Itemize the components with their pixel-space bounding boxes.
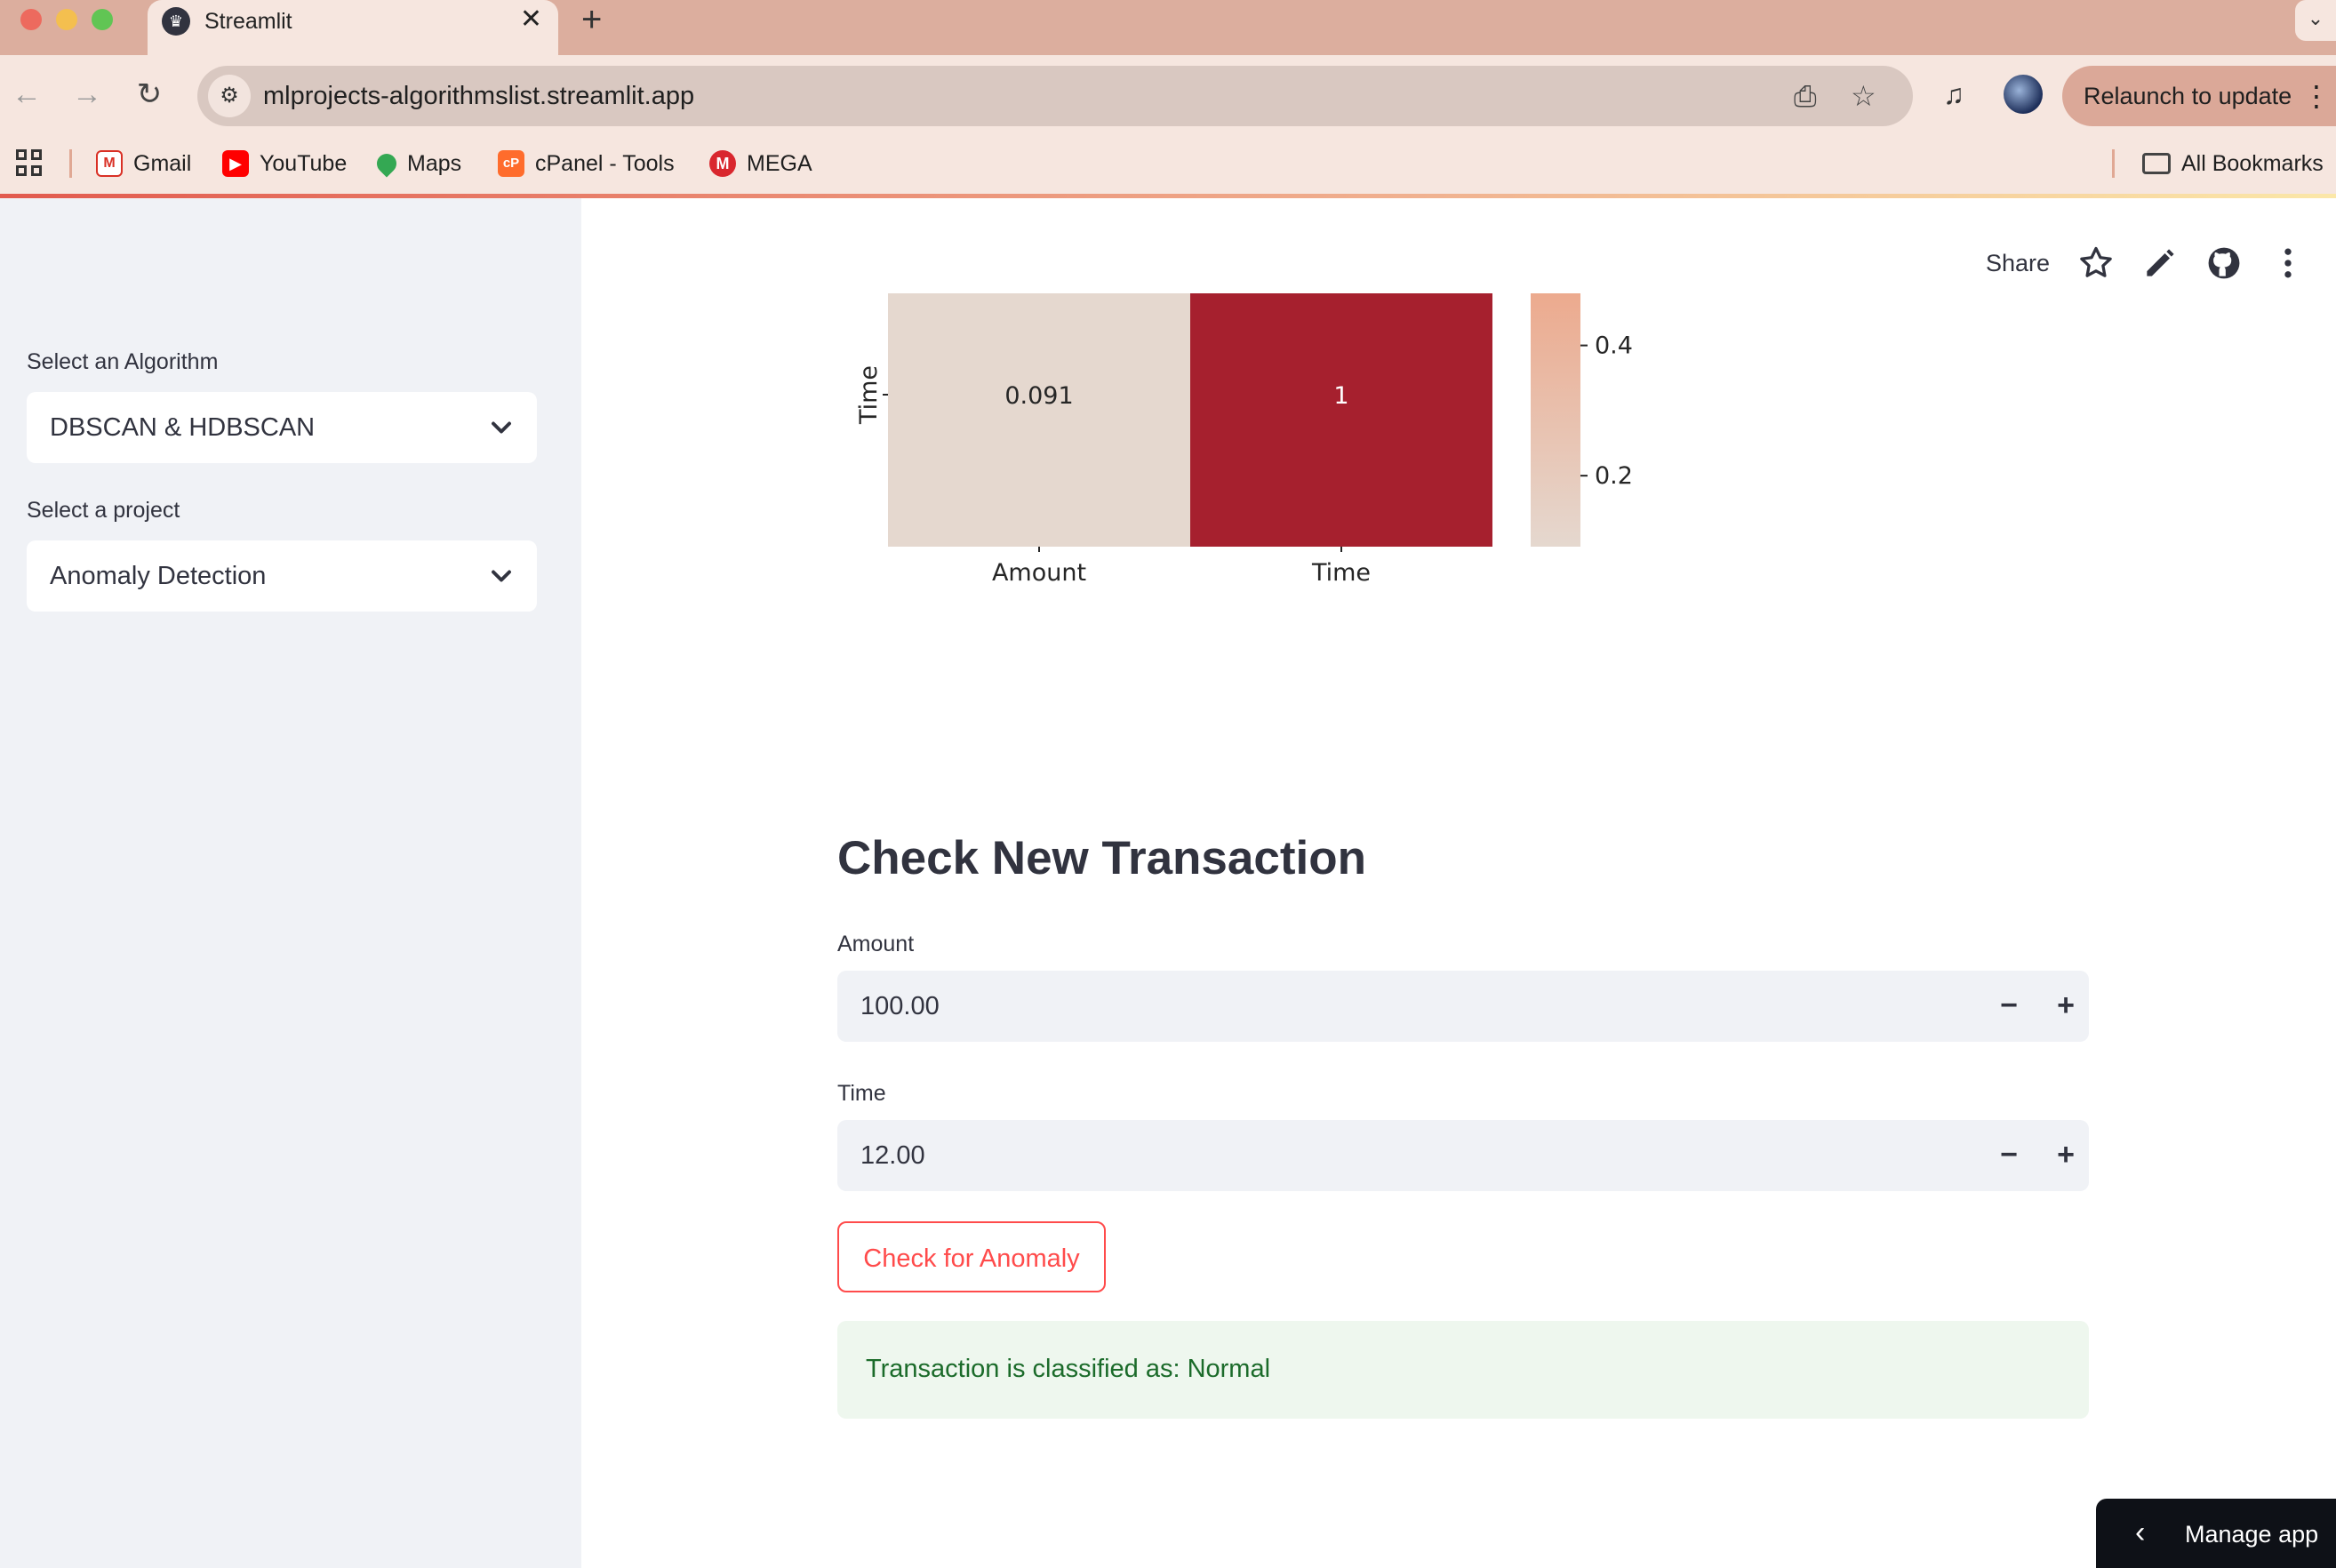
site-settings-icon[interactable]: ⚙ [208,75,251,117]
chevron-down-icon [492,421,511,434]
amount-label: Amount [837,932,915,956]
mega-icon: M [709,150,736,177]
all-bookmarks-label: All Bookmarks [2181,150,2324,176]
bookmark-gmail[interactable]: M Gmail [96,148,191,180]
bookmark-mega[interactable]: M MEGA [709,148,812,180]
cpanel-icon: cP [498,150,524,177]
more-vertical-icon[interactable]: ⋮ [2302,78,2331,114]
chevron-left-icon: ‹ [2135,1516,2146,1549]
bookmarks-divider [2112,149,2115,178]
maps-icon [372,149,401,178]
colorbar-tick-label: 0.2 [1595,462,1633,490]
bookmark-cpanel[interactable]: cP cPanel - Tools [498,148,675,180]
algorithm-select-value: DBSCAN & HDBSCAN [50,413,316,442]
cell-annotation: 0.091 [1004,382,1073,410]
time-value[interactable]: 12.00 [860,1138,925,1173]
algorithm-select[interactable]: DBSCAN & HDBSCAN [27,392,537,463]
relaunch-button[interactable]: Relaunch to update ⋮ [2062,66,2336,126]
url-text[interactable]: mlprojects-algorithmslist.streamlit.app [263,80,694,112]
bookmarks-divider [69,149,72,178]
colorbar [1531,293,1580,547]
folder-icon [2142,153,2171,174]
y-tick-label: Time [855,365,883,425]
tab-search-chevron-icon[interactable]: ⌄ [2295,0,2336,41]
reload-icon[interactable]: ↻ [130,75,169,114]
browser-tab-active[interactable]: ♛ Streamlit ✕ [148,0,558,55]
correlation-heatmap: 0.091 1 Amount Time Time 0.4 0.2 [855,293,1633,587]
amount-number-input[interactable]: 100.00 − + [837,971,2089,1042]
amount-decrement-button[interactable]: − [1986,983,2032,1029]
time-label: Time [837,1081,886,1106]
manage-app-button[interactable]: ‹ Manage app [2096,1499,2336,1568]
edit-pencil-icon[interactable] [2140,244,2180,283]
browser-tab-bar: ♛ Streamlit ✕ + ⌄ [0,0,2336,55]
youtube-icon: ▶ [222,150,249,177]
sidebar: Select an Algorithm DBSCAN & HDBSCAN Sel… [0,198,581,1568]
heatmap-cell [1190,293,1492,547]
project-select-label: Select a project [27,498,180,523]
close-tab-icon[interactable]: ✕ [520,5,542,34]
check-anomaly-label: Check for Anomaly [863,1244,1080,1273]
cell-annotation: 1 [1333,382,1348,410]
minimize-window-button[interactable] [56,9,77,30]
result-success-alert: Transaction is classified as: Normal [837,1321,2089,1419]
star-icon[interactable] [2076,244,2116,283]
all-bookmarks-button[interactable]: All Bookmarks [2142,148,2324,180]
address-bar[interactable]: ⚙ mlprojects-algorithmslist.streamlit.ap… [197,66,1913,126]
back-arrow-icon[interactable]: ← [7,75,46,114]
check-anomaly-button[interactable]: Check for Anomaly [837,1221,1106,1292]
amount-increment-button[interactable]: + [2043,983,2089,1029]
install-app-icon[interactable]: ⎙ [1794,78,1817,114]
bookmark-star-icon[interactable]: ☆ [1851,78,1876,114]
x-tick-label: Time [1311,559,1371,587]
bookmark-label: Maps [407,150,462,176]
time-number-input[interactable]: 12.00 − + [837,1120,2089,1191]
github-icon[interactable] [2204,244,2244,283]
bookmark-label: Gmail [133,150,192,176]
browser-toolbar: ← → ↻ ⚙ mlprojects-algorithmslist.stream… [0,55,2336,137]
result-text: Transaction is classified as: Normal [866,1355,1271,1383]
x-tick-label: Amount [992,559,1086,587]
streamlit-crown-icon: ♛ [162,7,190,36]
heatmap-cell [888,293,1190,547]
new-tab-plus-icon[interactable]: + [581,2,602,37]
gmail-icon: M [96,150,123,177]
more-vertical-icon[interactable] [2268,244,2308,283]
maximize-window-button[interactable] [92,9,113,30]
bookmark-label: YouTube [260,150,348,176]
project-select-value: Anomaly Detection [50,562,267,590]
relaunch-label: Relaunch to update [2084,83,2292,109]
apps-grid-icon[interactable] [16,149,43,176]
time-decrement-button[interactable]: − [1986,1132,2032,1179]
colorbar-tick-label: 0.4 [1595,332,1633,360]
share-button[interactable]: Share [1986,245,2050,281]
media-controls-icon[interactable]: ♫ [1943,75,1964,114]
chevron-down-icon [492,570,511,582]
bookmark-label: MEGA [747,150,812,176]
bookmarks-bar: M Gmail ▶ YouTube Maps cP cPanel - Tools… [0,137,2336,197]
section-heading: Check New Transaction [837,832,1366,884]
forward-arrow-icon[interactable]: → [68,75,107,114]
algorithm-select-label: Select an Algorithm [27,349,219,374]
manage-app-label: Manage app [2185,1521,2319,1548]
tab-title: Streamlit [204,9,292,34]
bookmark-label: cPanel - Tools [535,150,675,176]
time-increment-button[interactable]: + [2043,1132,2089,1179]
bookmark-youtube[interactable]: ▶ YouTube [222,148,347,180]
close-window-button[interactable] [20,9,42,30]
bookmark-maps[interactable]: Maps [372,148,462,180]
profile-avatar[interactable] [2004,75,2043,114]
amount-value[interactable]: 100.00 [860,988,940,1024]
project-select[interactable]: Anomaly Detection [27,540,537,612]
